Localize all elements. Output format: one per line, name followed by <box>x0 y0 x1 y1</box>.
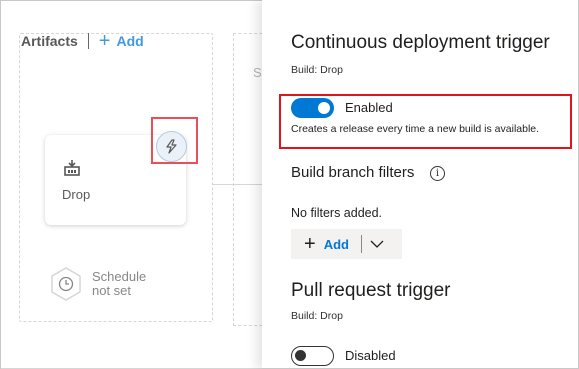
plus-icon: + <box>98 30 111 52</box>
no-filters-text: No filters added. <box>291 206 383 220</box>
schedule-line-2: not set <box>92 283 132 298</box>
info-icon[interactable]: i <box>430 166 445 181</box>
add-filter-button[interactable]: + Add <box>291 229 361 259</box>
schedule-line-1: Schedule <box>92 269 147 284</box>
header-separator <box>87 33 89 49</box>
toggle-knob <box>295 350 306 361</box>
artifacts-header: Artifacts + Add <box>21 31 144 51</box>
lightning-icon <box>166 139 177 154</box>
cd-trigger-description: Creates a release every time a new build… <box>291 123 540 135</box>
add-filter-split-button: + Add <box>291 229 402 259</box>
pr-trigger-toggle-label: Disabled <box>345 348 396 363</box>
trigger-panel: Continuous deployment trigger Build: Dro… <box>262 0 579 369</box>
cd-trigger-toggle-label: Enabled <box>345 100 393 115</box>
continuous-deployment-trigger-button[interactable] <box>156 131 187 162</box>
cd-trigger-toggle[interactable] <box>291 98 334 118</box>
schedule-trigger[interactable]: Schedule not set <box>49 267 146 301</box>
panel-title: Continuous deployment trigger <box>291 32 550 53</box>
branch-filters-title: Build branch filters <box>291 164 415 181</box>
pr-trigger-toggle[interactable] <box>291 346 334 366</box>
chevron-down-icon <box>370 240 384 248</box>
artifacts-title: Artifacts <box>21 33 78 49</box>
artifact-name: Drop <box>62 187 91 202</box>
stages-title-fragment: S <box>253 65 262 80</box>
add-artifact-label: Add <box>116 33 144 49</box>
add-filter-dropdown[interactable] <box>362 229 392 259</box>
add-artifact-button[interactable]: + Add <box>99 31 144 51</box>
plus-icon: + <box>304 233 316 255</box>
panel-subtitle: Build: Drop <box>291 64 343 76</box>
add-filter-label: Add <box>323 236 349 252</box>
clock-icon <box>51 267 81 301</box>
pr-trigger-title: Pull request trigger <box>291 280 451 301</box>
toggle-knob <box>318 102 330 114</box>
pr-trigger-subtitle: Build: Drop <box>291 310 343 322</box>
build-artifact-icon <box>64 160 80 176</box>
